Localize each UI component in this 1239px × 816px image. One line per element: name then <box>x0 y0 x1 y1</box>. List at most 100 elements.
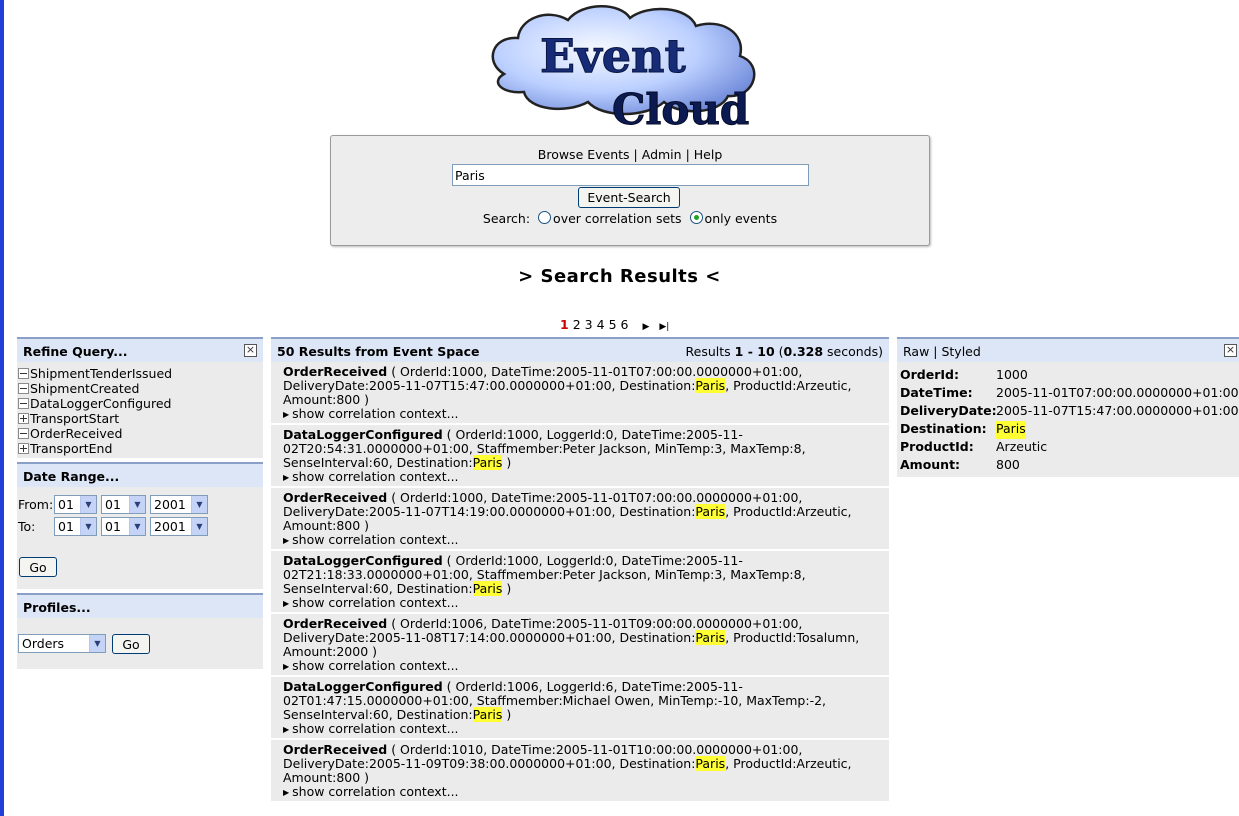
detail-row: ProductId: Arzeutic <box>900 439 1239 457</box>
search-highlight: Paris <box>695 756 726 771</box>
page-link-4[interactable]: 4 <box>597 317 605 332</box>
page-link-2[interactable]: 2 <box>573 317 581 332</box>
detail-value: Paris <box>996 421 1026 439</box>
event-attributes-tail: ) <box>502 581 512 596</box>
results-header: 50 Results from Event Space Results 1 - … <box>271 337 889 362</box>
chevron-down-icon: ▼ <box>80 495 96 513</box>
detail-value: 1000 <box>996 367 1028 382</box>
detail-key: Amount: <box>900 457 961 472</box>
show-context-label: show correlation context... <box>292 469 459 484</box>
event-search-button[interactable]: Event-Search <box>578 187 680 208</box>
triangle-right-icon: ▶ <box>283 662 290 671</box>
results-panel: 50 Results from Event Space Results 1 - … <box>271 337 889 803</box>
last-page-icon[interactable]: ▶| <box>659 322 669 332</box>
detail-key: OrderId: <box>900 367 959 382</box>
profile-select[interactable]: Orders ▼ <box>18 634 106 653</box>
show-context-link[interactable]: ▶ show correlation context... <box>283 785 885 800</box>
detail-row: Amount: 800 <box>900 457 1239 475</box>
close-icon[interactable]: × <box>1224 344 1237 357</box>
event-type[interactable]: DataLoggerConfigured <box>283 553 443 568</box>
close-icon[interactable]: × <box>244 344 257 357</box>
expand-icon[interactable] <box>18 443 29 454</box>
tree-item-label: DataLoggerConfigured <box>30 396 172 411</box>
show-context-link[interactable]: ▶ show correlation context... <box>283 533 885 548</box>
tree-item[interactable]: OrderReceived <box>18 426 263 441</box>
radio-correlation-sets[interactable] <box>538 211 552 224</box>
detail-header: Raw | Styled × <box>897 337 1239 362</box>
search-highlight: Paris <box>472 455 503 470</box>
detail-row: DeliveryDate: 2005-11-07T15:47:00.0000000… <box>900 403 1239 421</box>
from-day-select[interactable]: 01 ▼ <box>54 494 97 514</box>
tree-item-label: TransportEnd <box>30 441 113 456</box>
chevron-down-icon: ▼ <box>129 517 145 535</box>
tree-item[interactable]: DataLoggerConfigured <box>18 396 263 411</box>
tree-item-label: OrderReceived <box>30 426 123 441</box>
tree-item-label: ShipmentCreated <box>30 381 140 396</box>
tree-item[interactable]: TransportEnd <box>18 441 263 456</box>
profiles-title: Profiles... <box>23 600 91 615</box>
result-row: OrderReceived ( OrderId:1000, DateTime:2… <box>271 362 889 425</box>
event-type[interactable]: DataLoggerConfigured <box>283 427 443 442</box>
to-month-select[interactable]: 01 ▼ <box>101 516 146 536</box>
logo-line1: Event <box>540 29 687 83</box>
date-go-button[interactable]: Go <box>19 557 57 577</box>
detail-value: Arzeutic <box>996 439 1048 454</box>
admin-link[interactable]: Admin <box>642 147 682 162</box>
from-year-select[interactable]: 2001 ▼ <box>150 494 208 514</box>
event-type[interactable]: OrderReceived <box>283 616 387 631</box>
page-link-6[interactable]: 6 <box>621 317 629 332</box>
show-context-link[interactable]: ▶ show correlation context... <box>283 659 885 674</box>
page-link-3[interactable]: 3 <box>585 317 593 332</box>
top-nav: Browse Events | Admin | Help <box>537 147 723 162</box>
collapse-icon[interactable] <box>18 428 29 439</box>
result-row: DataLoggerConfigured ( OrderId:1000, Log… <box>271 425 889 488</box>
collapse-icon[interactable] <box>18 368 29 379</box>
collapse-icon[interactable] <box>18 398 29 409</box>
tab-styled[interactable]: Styled <box>941 344 980 359</box>
event-type[interactable]: OrderReceived <box>283 364 387 379</box>
detail-key: ProductId: <box>900 439 974 454</box>
chevron-down-icon: ▼ <box>191 517 207 535</box>
page-link-5[interactable]: 5 <box>609 317 617 332</box>
profiles-body: Orders ▼ Go <box>17 618 263 669</box>
collapse-icon[interactable] <box>18 383 29 394</box>
show-context-link[interactable]: ▶ show correlation context... <box>283 596 885 611</box>
tab-raw[interactable]: Raw <box>903 344 929 359</box>
search-input[interactable] <box>452 164 809 186</box>
pagination: 1 2 3 4 5 6 ▶ ▶| <box>560 317 673 332</box>
event-type[interactable]: OrderReceived <box>283 742 387 757</box>
from-label: From: <box>18 496 54 512</box>
event-type[interactable]: DataLoggerConfigured <box>283 679 443 694</box>
event-type[interactable]: OrderReceived <box>283 490 387 505</box>
to-year-select[interactable]: 2001 ▼ <box>150 516 208 536</box>
show-context-link[interactable]: ▶ show correlation context... <box>283 722 885 737</box>
triangle-right-icon: ▶ <box>283 410 290 419</box>
window-edge <box>0 0 4 816</box>
event-cloud-logo: Event Cloud <box>491 5 756 132</box>
show-context-label: show correlation context... <box>292 784 459 799</box>
tree-item[interactable]: TransportStart <box>18 411 263 426</box>
tree-item[interactable]: ShipmentTenderIssued <box>18 366 263 381</box>
to-label: To: <box>18 518 36 534</box>
show-context-link[interactable]: ▶ show correlation context... <box>283 407 885 422</box>
refine-query-tree: ShipmentTenderIssued ShipmentCreated DataL… <box>17 362 263 458</box>
detail-key: Destination: <box>900 421 987 436</box>
show-context-label: show correlation context... <box>292 658 459 673</box>
help-link[interactable]: Help <box>694 147 723 162</box>
detail-row: Destination: Paris <box>900 421 1239 439</box>
profile-go-button[interactable]: Go <box>112 634 150 654</box>
show-context-link[interactable]: ▶ show correlation context... <box>283 470 885 485</box>
from-month-select[interactable]: 01 ▼ <box>101 494 146 514</box>
browse-events-link[interactable]: Browse Events <box>538 147 630 162</box>
tree-item[interactable]: ShipmentCreated <box>18 381 263 396</box>
page-link-1[interactable]: 1 <box>560 317 569 332</box>
next-page-icon[interactable]: ▶ <box>642 322 649 332</box>
tree-item-label: ShipmentTenderIssued <box>30 366 173 381</box>
tree-item-label: TransportStart <box>30 411 120 426</box>
detail-value: 800 <box>996 457 1020 472</box>
to-day-select[interactable]: 01 ▼ <box>54 516 97 536</box>
result-row: OrderReceived ( OrderId:1010, DateTime:2… <box>271 740 889 803</box>
radio-only-events[interactable] <box>689 211 703 224</box>
search-highlight: Paris <box>695 504 726 519</box>
expand-icon[interactable] <box>18 413 29 424</box>
